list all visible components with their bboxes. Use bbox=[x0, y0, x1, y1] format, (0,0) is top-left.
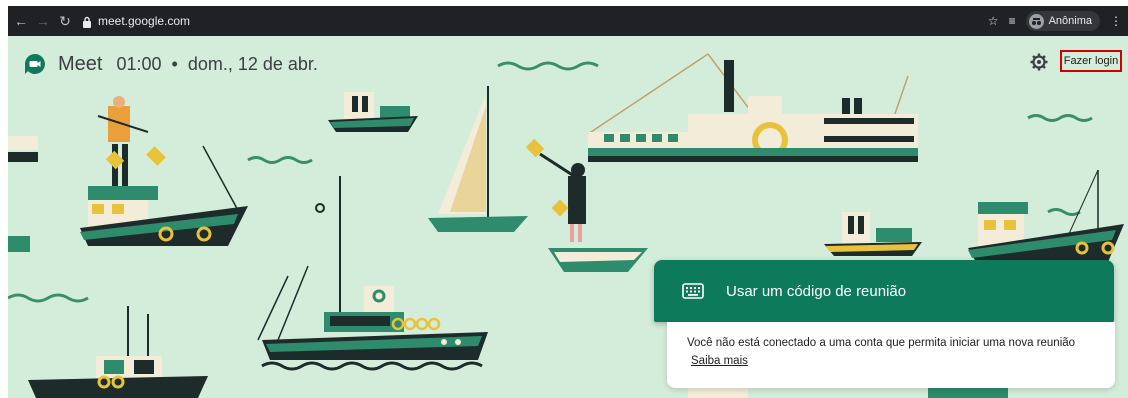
star-icon[interactable]: ☆ bbox=[988, 14, 999, 28]
current-time: 01:00 bbox=[116, 53, 162, 74]
header-separator: • bbox=[171, 53, 178, 74]
keyboard-icon bbox=[682, 283, 704, 299]
meet-landing-page: Meet 01:00 • dom., 12 de abr. Fazer logi… bbox=[8, 36, 1128, 398]
login-button[interactable]: Fazer login bbox=[1060, 50, 1122, 72]
profile-label: Anônima bbox=[1048, 15, 1092, 27]
reload-icon[interactable]: ↻ bbox=[56, 12, 74, 30]
back-arrow-icon[interactable]: ← bbox=[12, 12, 30, 30]
login-label: Fazer login bbox=[1063, 55, 1119, 67]
incognito-avatar-icon bbox=[1028, 13, 1044, 29]
meeting-info-text: Você não está conectado a uma conta que … bbox=[687, 334, 1095, 370]
settings-gear-icon[interactable] bbox=[1030, 53, 1048, 71]
menu-kebab-icon[interactable]: ⋮ bbox=[1110, 14, 1122, 28]
url-text: meet.google.com bbox=[98, 14, 191, 28]
lock-icon bbox=[82, 16, 92, 28]
meet-logo-icon bbox=[25, 54, 45, 74]
learn-more-link[interactable]: Saiba mais bbox=[691, 355, 748, 367]
info-message: Você não está conectado a uma conta que … bbox=[687, 337, 1076, 349]
meeting-code-button[interactable]: Usar um código de reunião bbox=[654, 260, 1114, 322]
address-bar[interactable]: meet.google.com bbox=[82, 10, 988, 32]
current-date: dom., 12 de abr. bbox=[187, 53, 318, 74]
browser-toolbar: ← → ↻ meet.google.com ☆ ≡ Anônima ⋮ bbox=[8, 6, 1128, 36]
meeting-code-title: Usar um código de reunião bbox=[726, 282, 907, 300]
forward-arrow-icon[interactable]: → bbox=[34, 12, 52, 30]
meeting-info-panel: Você não está conectado a uma conta que … bbox=[667, 322, 1115, 388]
playlist-icon[interactable]: ≡ bbox=[1009, 14, 1016, 28]
app-title: Meet bbox=[58, 52, 103, 75]
profile-button[interactable]: Anônima bbox=[1025, 11, 1100, 31]
meet-header: Meet 01:00 • dom., 12 de abr. bbox=[24, 50, 318, 78]
